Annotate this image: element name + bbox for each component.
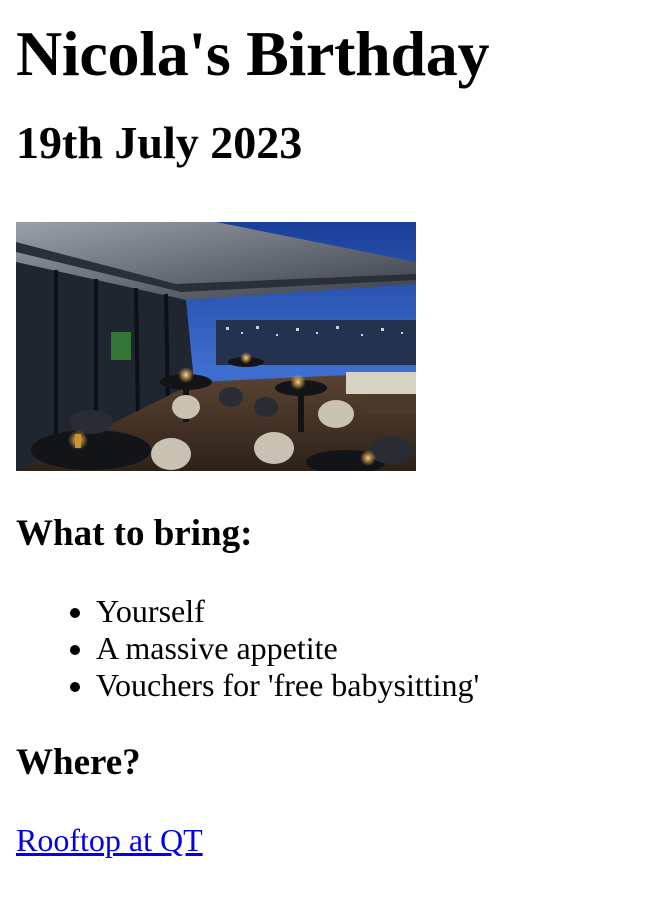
list-item: Yourself <box>96 593 632 630</box>
list-item: A massive appetite <box>96 630 632 667</box>
bring-list: Yourself A massive appetite Vouchers for… <box>16 593 632 704</box>
event-date: 19th July 2023 <box>16 117 303 168</box>
page-content: Nicola's Birthday 19th July 2023 What to… <box>0 0 648 859</box>
page-title: Nicola's Birthday <box>16 18 490 89</box>
list-item: Vouchers for 'free babysitting' <box>96 667 632 704</box>
what-to-bring-heading: What to bring: <box>16 513 253 554</box>
where-heading: Where? <box>16 742 141 783</box>
venue-photo <box>16 222 416 471</box>
venue-link[interactable]: Rooftop at QT <box>16 822 203 859</box>
